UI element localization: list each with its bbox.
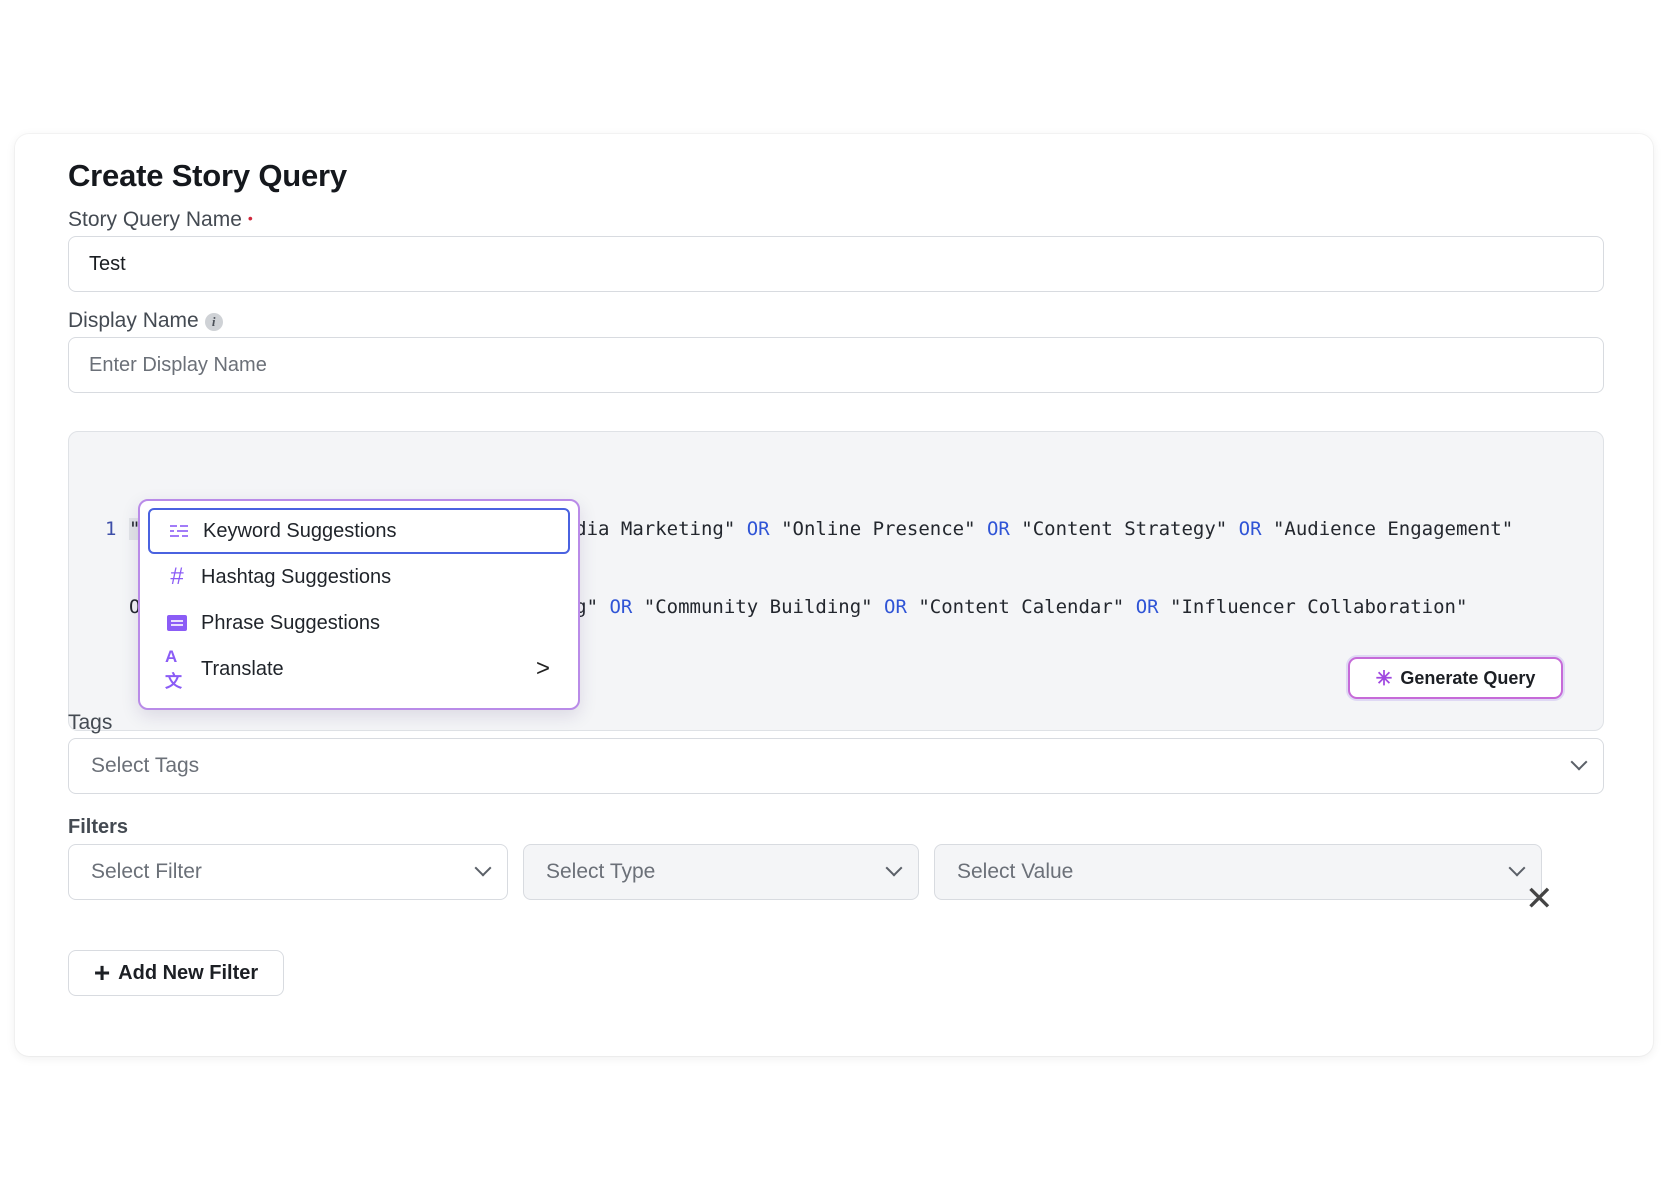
or-keyword: OR bbox=[1227, 518, 1273, 540]
menu-item-label: Keyword Suggestions bbox=[203, 519, 397, 542]
filters-label: Filters bbox=[68, 816, 129, 838]
add-new-filter-button[interactable]: + Add New Filter bbox=[68, 950, 284, 996]
story-query-name-input[interactable]: Test bbox=[68, 236, 1604, 292]
or-keyword: OR bbox=[598, 596, 644, 618]
chevron-down-icon bbox=[1508, 859, 1526, 877]
display-name-input[interactable]: Enter Display Name bbox=[68, 337, 1604, 393]
translate-icon: A文 bbox=[165, 646, 182, 691]
suggestions-context-menu: Keyword Suggestions # Hashtag Suggestion… bbox=[138, 499, 580, 710]
menu-item-label: Hashtag Suggestions bbox=[201, 565, 392, 588]
query-term: "Community Building" bbox=[643, 596, 873, 618]
display-name-label: Display Name i bbox=[68, 309, 223, 333]
story-query-name-label: Story Query Name • bbox=[68, 208, 253, 232]
chevron-down-icon bbox=[474, 859, 492, 877]
type-select-placeholder: Select Type bbox=[546, 860, 656, 883]
chevron-down-icon bbox=[885, 859, 903, 877]
tags-select-placeholder: Select Tags bbox=[91, 754, 200, 777]
menu-item-translate[interactable]: A文 Translate > bbox=[148, 646, 570, 692]
query-term: "Online Presence" bbox=[781, 518, 976, 540]
menu-item-label: Phrase Suggestions bbox=[201, 611, 381, 634]
filter-select[interactable]: Select Filter bbox=[68, 844, 508, 900]
story-query-name-label-text: Story Query Name bbox=[68, 208, 242, 231]
remove-filter-close-icon[interactable]: ✕ bbox=[1525, 882, 1554, 916]
hashtag-icon: # bbox=[170, 563, 184, 590]
query-term: "Audience Engagement" bbox=[1272, 518, 1514, 540]
menu-item-hashtag-suggestions[interactable]: # Hashtag Suggestions bbox=[148, 554, 570, 600]
plus-icon: + bbox=[93, 957, 111, 988]
line-number: 1 bbox=[105, 518, 117, 540]
menu-item-phrase-suggestions[interactable]: Phrase Suggestions bbox=[148, 600, 570, 646]
tags-select[interactable]: Select Tags bbox=[68, 738, 1604, 794]
tags-label: Tags bbox=[68, 711, 113, 734]
chevron-right-icon: > bbox=[535, 655, 550, 682]
display-name-label-text: Display Name bbox=[68, 309, 199, 332]
query-term: "Influencer Collaboration" bbox=[1170, 596, 1468, 618]
create-story-query-card: Create Story Query Story Query Name • Tes… bbox=[15, 134, 1653, 1056]
or-keyword: OR bbox=[872, 596, 919, 618]
query-term: "Content Calendar" bbox=[918, 596, 1125, 618]
value-select[interactable]: Select Value bbox=[934, 844, 1542, 900]
generate-query-button[interactable]: ✳ Generate Query bbox=[1348, 657, 1563, 699]
info-icon[interactable]: i bbox=[204, 313, 223, 331]
chevron-down-icon bbox=[1570, 753, 1588, 771]
list-icon bbox=[167, 523, 191, 539]
or-keyword: OR bbox=[975, 518, 1022, 540]
query-term: "Content Strategy" bbox=[1021, 518, 1228, 540]
generate-query-label: Generate Query bbox=[1400, 667, 1536, 688]
value-select-placeholder: Select Value bbox=[957, 860, 1074, 883]
sparkle-icon: ✳ bbox=[1375, 667, 1393, 690]
add-new-filter-label: Add New Filter bbox=[118, 961, 259, 984]
or-keyword: OR bbox=[1124, 596, 1171, 618]
menu-item-label: Translate bbox=[201, 657, 284, 680]
page-title: Create Story Query bbox=[68, 158, 347, 193]
required-marker: • bbox=[247, 210, 253, 226]
or-keyword: OR bbox=[735, 518, 782, 540]
filter-select-placeholder: Select Filter bbox=[91, 860, 202, 883]
type-select[interactable]: Select Type bbox=[523, 844, 919, 900]
phrase-icon bbox=[165, 615, 189, 631]
menu-item-keyword-suggestions[interactable]: Keyword Suggestions bbox=[148, 508, 570, 554]
